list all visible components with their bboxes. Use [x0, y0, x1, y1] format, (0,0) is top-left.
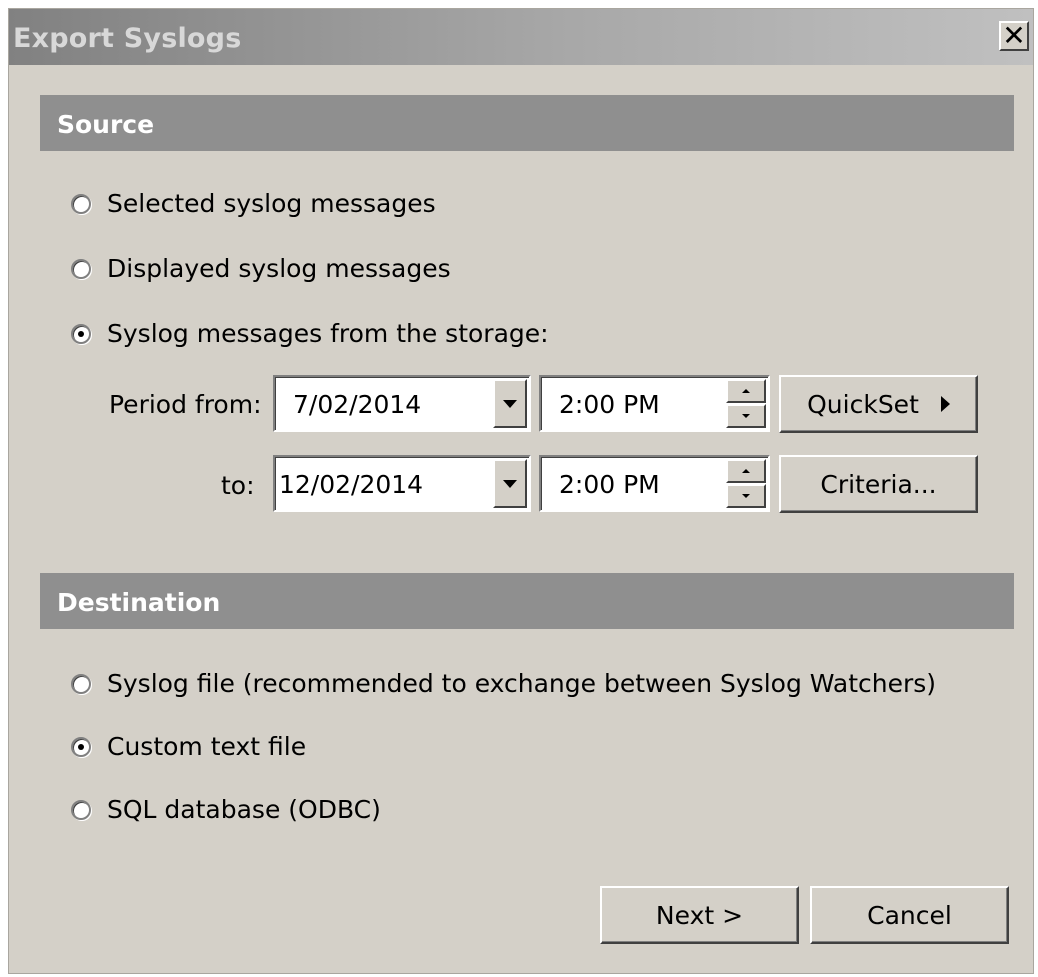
window-title: Export Syslogs — [13, 23, 242, 54]
source-section-header: Source — [40, 95, 1014, 151]
arrow-up-icon — [742, 389, 750, 393]
radio-displayed-messages[interactable]: Displayed syslog messages — [71, 254, 451, 283]
criteria-label: Criteria... — [820, 469, 937, 499]
spin-down-button[interactable] — [726, 484, 766, 508]
radio-label: Custom text file — [107, 732, 307, 761]
radio-circle[interactable] — [71, 258, 91, 279]
to-time-spinner[interactable] — [726, 459, 766, 508]
next-button[interactable]: Next > — [600, 886, 799, 944]
destination-section-header: Destination — [40, 573, 1014, 629]
radio-label: Syslog file (recommended to exchange bet… — [107, 669, 937, 698]
to-time-value: 2:00 PM — [559, 470, 660, 499]
spin-down-button[interactable] — [726, 404, 766, 428]
from-date-dropdown-button[interactable] — [493, 379, 527, 428]
close-icon: ✕ — [1002, 19, 1026, 52]
criteria-button[interactable]: Criteria... — [779, 455, 978, 513]
from-time-value: 2:00 PM — [559, 390, 660, 419]
next-label: Next > — [655, 900, 744, 930]
chevron-down-icon — [503, 479, 517, 488]
chevron-down-icon — [503, 399, 517, 408]
period-to-label: to: — [221, 471, 255, 500]
radio-storage-messages[interactable]: Syslog messages from the storage: — [71, 319, 549, 348]
quickset-label: QuickSet — [807, 389, 919, 419]
radio-label: SQL database (ODBC) — [107, 795, 381, 824]
quickset-button[interactable]: QuickSet — [779, 375, 978, 433]
to-time-field[interactable]: 2:00 PM — [539, 455, 770, 512]
to-date-picker[interactable]: 12/02/2014 — [273, 455, 531, 512]
arrow-down-icon — [742, 494, 750, 498]
radio-circle[interactable] — [71, 193, 91, 214]
radio-circle[interactable] — [71, 799, 91, 820]
period-from-label: Period from: — [109, 390, 262, 419]
radio-label: Syslog messages from the storage: — [107, 319, 549, 348]
radio-label: Selected syslog messages — [107, 189, 436, 218]
to-date-dropdown-button[interactable] — [493, 459, 527, 508]
radio-circle-checked[interactable] — [71, 736, 91, 757]
export-syslogs-dialog: Export Syslogs ✕ Source Selected syslog … — [8, 8, 1034, 974]
radio-selected-messages[interactable]: Selected syslog messages — [71, 189, 436, 218]
radio-circle[interactable] — [71, 673, 91, 694]
from-time-spinner[interactable] — [726, 379, 766, 428]
spin-up-button[interactable] — [726, 459, 766, 483]
radio-custom-text-file[interactable]: Custom text file — [71, 732, 306, 761]
from-date-picker[interactable]: 7/02/2014 — [273, 375, 531, 432]
arrow-down-icon — [742, 414, 750, 418]
from-time-field[interactable]: 2:00 PM — [539, 375, 770, 432]
radio-label: Displayed syslog messages — [107, 254, 451, 283]
to-date-value: 12/02/2014 — [279, 470, 424, 499]
cancel-button[interactable]: Cancel — [810, 886, 1009, 944]
cancel-label: Cancel — [867, 900, 952, 930]
arrow-up-icon — [742, 469, 750, 473]
from-date-value: 7/02/2014 — [293, 390, 422, 419]
arrow-right-icon — [940, 396, 950, 412]
spin-up-button[interactable] — [726, 379, 766, 403]
radio-circle-checked[interactable] — [71, 323, 91, 344]
title-bar[interactable]: Export Syslogs ✕ — [9, 9, 1033, 65]
close-button[interactable]: ✕ — [999, 21, 1029, 51]
radio-sql-database[interactable]: SQL database (ODBC) — [71, 795, 381, 824]
radio-syslog-file[interactable]: Syslog file (recommended to exchange bet… — [71, 669, 936, 698]
